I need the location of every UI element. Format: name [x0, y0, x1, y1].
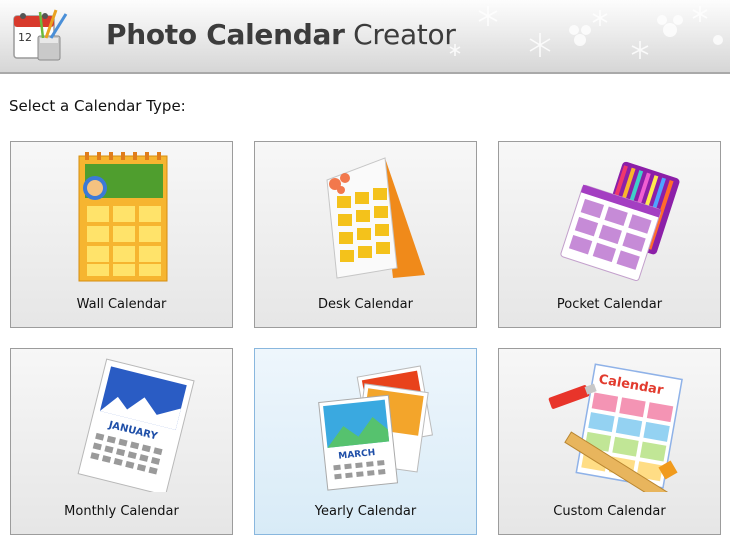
custom-calendar-tile[interactable]: Calendar Custom Calendar [498, 348, 721, 535]
wall-calendar-tile[interactable]: Wall Calendar [10, 141, 233, 328]
select-calendar-type-prompt: Select a Calendar Type: [9, 97, 186, 115]
tile-label: Pocket Calendar [556, 297, 663, 312]
tile-label: Custom Calendar [553, 504, 666, 519]
pocket-calendar-icon [560, 161, 680, 281]
custom-calendar-icon: Calendar [548, 363, 683, 492]
tile-label: Yearly Calendar [314, 504, 417, 519]
calendar-paintbrush-logo-icon: 12 [13, 9, 68, 61]
wall-calendar-icon [78, 152, 168, 282]
app-header: 12 Photo Calendar Creator [0, 0, 730, 74]
yearly-calendar-tile[interactable]: MARCH Yearly Calendar [254, 348, 477, 535]
desk-calendar-icon [326, 157, 425, 279]
yearly-calendar-icon: MARCH [318, 365, 433, 491]
tile-label: Wall Calendar [76, 297, 167, 312]
monthly-calendar-icon: JANUARY [77, 358, 195, 492]
svg-text:12: 12 [18, 31, 32, 44]
tile-label: Desk Calendar [318, 297, 413, 312]
tile-label: Monthly Calendar [64, 504, 179, 519]
monthly-calendar-tile[interactable]: JANUARY Monthly Calendar [10, 348, 233, 535]
pocket-calendar-tile[interactable]: Pocket Calendar [498, 141, 721, 328]
desk-calendar-tile[interactable]: Desk Calendar [254, 141, 477, 328]
snowflake-decoration-icon [449, 6, 723, 59]
